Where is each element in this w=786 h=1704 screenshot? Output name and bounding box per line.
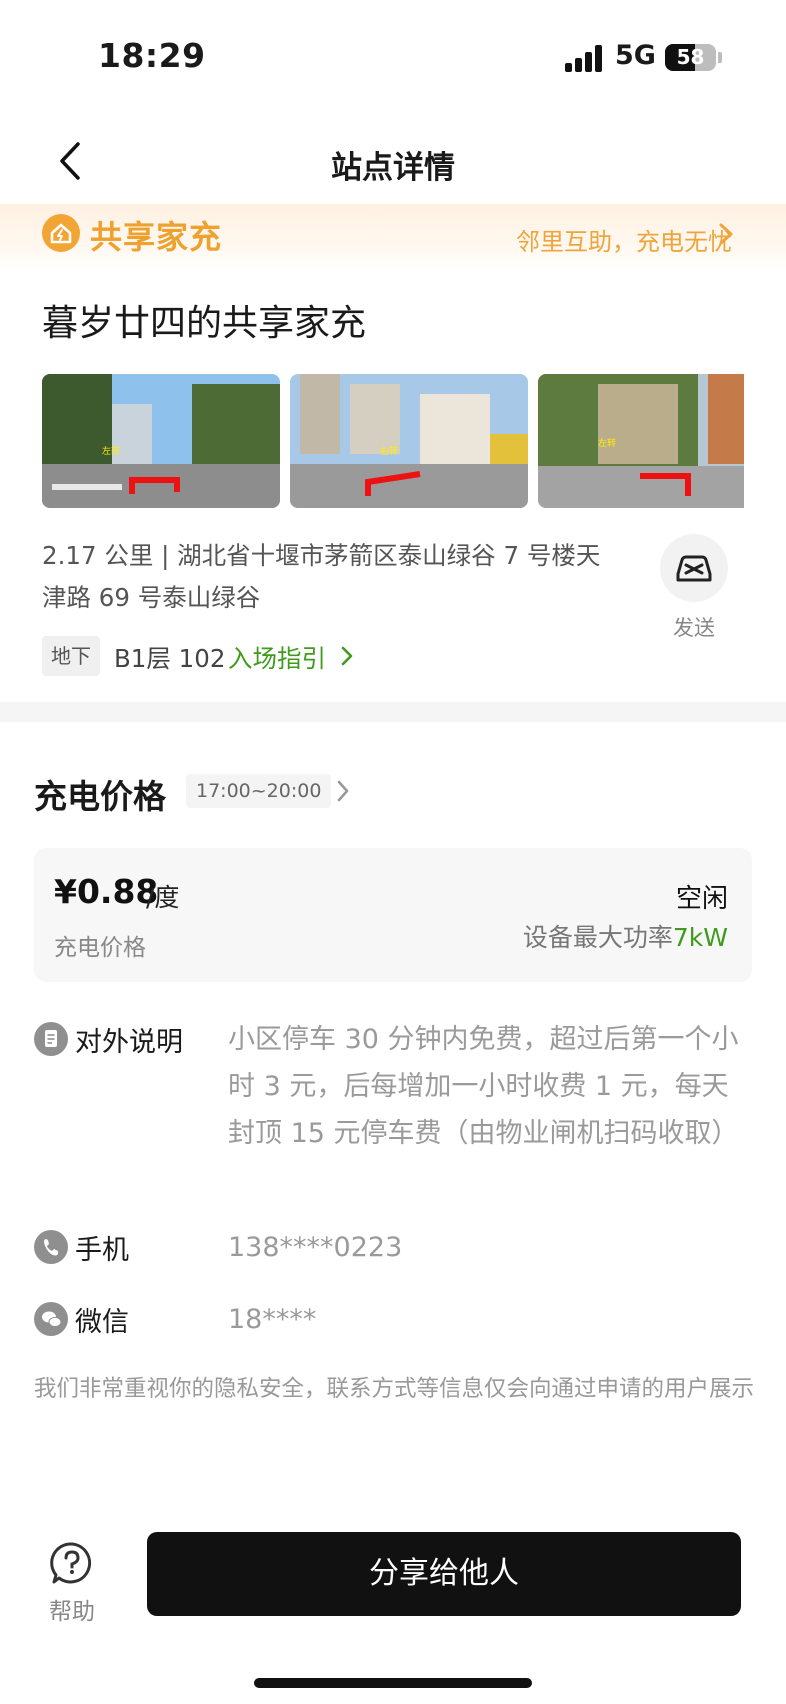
shared-charging-banner[interactable]: 共享家充 邻里互助，充电无忧: [0, 204, 786, 274]
chevron-right-icon: [338, 644, 356, 668]
wechat-value: 18****: [228, 1304, 317, 1335]
max-power-label: 设备最大功率: [522, 923, 673, 952]
charger-status: 空闲: [675, 884, 728, 914]
battery-cap: [718, 52, 722, 63]
banner-slogan: 邻里互助，充电无忧: [516, 228, 732, 256]
battery-level: 58: [676, 45, 705, 69]
max-power: 设备最大功率7kW: [523, 918, 728, 954]
photo-overlay-text: 左转: [598, 437, 616, 449]
wechat-icon: [34, 1302, 68, 1336]
station-name: 暮岁廿四的共享家充: [42, 303, 367, 344]
share-button[interactable]: 分享给他人: [147, 1532, 741, 1616]
parking-spot-number: B1层 102: [114, 644, 226, 673]
phone-value: 138****0223: [228, 1232, 403, 1263]
home-charging-logo-icon: [42, 214, 80, 252]
photo-overlay-text: 左转: [102, 445, 120, 457]
home-indicator: [254, 1678, 532, 1688]
send-label: 发送: [673, 616, 715, 640]
nav-bar: 站点详情: [0, 118, 786, 208]
price-card: ¥0.88 /度 充电价格 空闲 设备最大功率7kW: [34, 848, 752, 982]
privacy-notice: 我们非常重视你的隐私安全，联系方式等信息仅会向通过申请的用户展示: [34, 1376, 755, 1402]
wechat-label: 微信: [75, 1307, 129, 1338]
chevron-right-icon: [714, 220, 738, 248]
station-photo[interactable]: 右转: [290, 374, 528, 508]
station-photo[interactable]: 左转: [42, 374, 280, 508]
station-photo[interactable]: 左转: [538, 374, 744, 508]
chevron-right-icon[interactable]: [334, 778, 352, 804]
status-time: 18:29: [98, 36, 206, 75]
help-label: 帮助: [49, 1599, 95, 1625]
note-value: 小区停车 30 分钟内免费，超过后第一个小时 3 元，后每增加一小时收费 1 元…: [228, 1024, 739, 1149]
photo-overlay-text: 右转: [380, 445, 398, 457]
document-icon: [34, 1022, 68, 1056]
price-unit: /度: [146, 883, 180, 912]
station-photos[interactable]: 左转 右转 左转: [42, 374, 744, 508]
signal-strength-icon: [565, 44, 603, 72]
price-section-title: 充电价格: [34, 777, 166, 816]
section-divider: [0, 702, 786, 722]
help-button[interactable]: [42, 1534, 102, 1594]
network-type: 5G: [615, 40, 656, 71]
battery-icon: 58: [665, 44, 716, 71]
note-label: 对外说明: [75, 1027, 183, 1058]
status-bar: 18:29 5G 58: [0, 0, 786, 110]
max-power-value: 7kW: [672, 923, 728, 952]
phone-icon: [34, 1230, 68, 1264]
station-address: 2.17 公里 | 湖北省十堰市茅箭区泰山绿谷 7 号楼天津路 69 号泰山绿谷: [42, 541, 601, 612]
page-title: 站点详情: [331, 150, 455, 186]
phone-label: 手机: [75, 1235, 129, 1266]
price-value: ¥0.88: [54, 872, 159, 911]
send-to-car-button[interactable]: [660, 534, 728, 602]
price-label: 充电价格: [54, 935, 146, 961]
car-icon: [676, 555, 712, 582]
floor-type-badge: 地下: [42, 636, 100, 676]
price-time-range[interactable]: 17:00~20:00: [186, 774, 332, 808]
entry-guide-link[interactable]: 入场指引: [228, 640, 326, 675]
help-icon: [50, 1542, 92, 1584]
banner-title: 共享家充: [90, 218, 223, 256]
